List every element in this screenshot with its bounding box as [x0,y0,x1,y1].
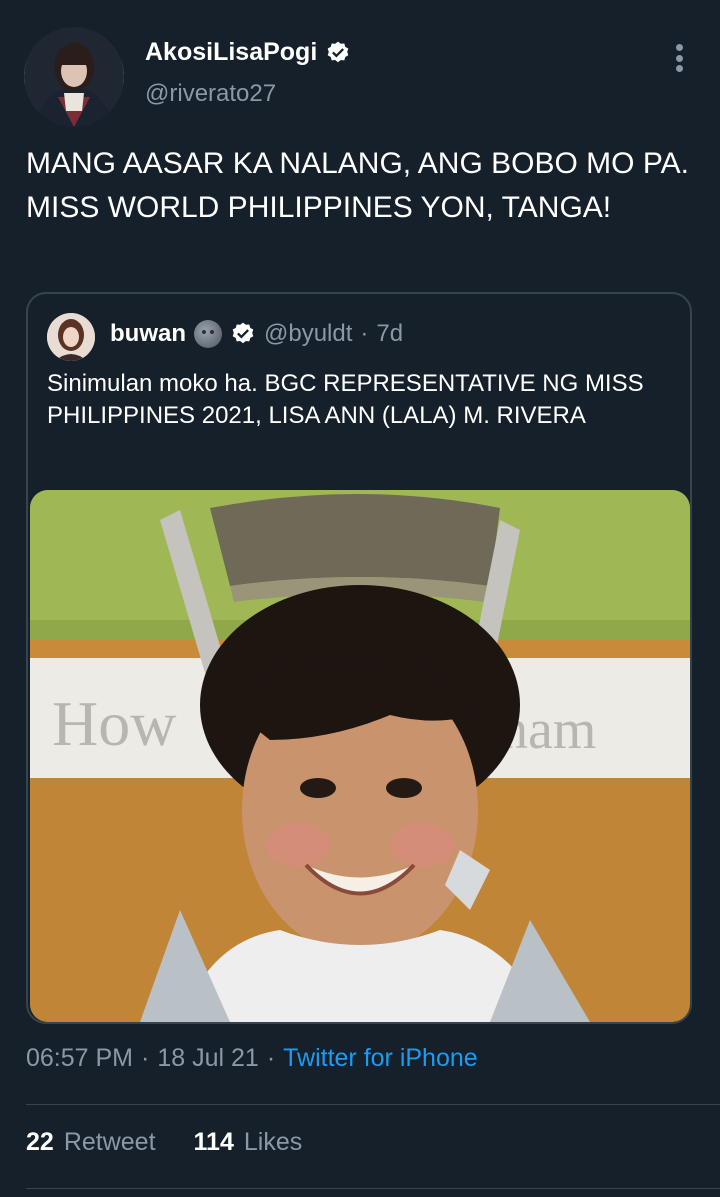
quoted-header: buwan @byuldt · 7d [110,320,403,348]
retweets-label[interactable]: Retweet [64,1128,156,1157]
quoted-separator: · [360,320,369,347]
divider [26,1188,720,1189]
more-options-icon[interactable] [664,40,694,76]
tweet-meta: 06:57 PM · 18 Jul 21 · Twitter for iPhon… [26,1044,478,1073]
quoted-photo-image: How ham [30,490,690,1022]
meta-separator: · [141,1044,150,1072]
quoted-avatar-image [47,313,95,361]
more-dot [675,65,683,72]
author-display-name-text: AkosiLisaPogi [145,38,318,66]
quoted-time[interactable]: 7d [376,320,403,348]
stats-spacer [166,1128,184,1157]
author-avatar[interactable] [24,27,124,127]
verified-badge-icon [327,41,349,62]
divider [26,1104,720,1105]
quoted-tweet[interactable]: buwan @byuldt · 7d Sinimulan moko ha. BG… [26,292,692,1024]
author-avatar-image [24,27,124,127]
tweet-source-link[interactable]: Twitter for iPhone [283,1044,478,1073]
quoted-text: Sinimulan moko ha. BGC REPRESENTATIVE NG… [47,370,644,429]
author-handle[interactable]: @riverato27 [145,80,276,108]
tweet-container: AkosiLisaPogi @riverato27 MANG AASAR KA … [0,0,720,1197]
svg-text:How: How [52,688,176,759]
verified-badge-icon [232,322,254,344]
tweet-date[interactable]: 18 Jul 21 [157,1044,258,1073]
quoted-display-name[interactable]: buwan [110,320,186,348]
likes-label[interactable]: Likes [244,1128,302,1157]
more-dot [675,54,683,62]
tweet-stats: 22 Retweet 114 Likes [26,1128,302,1157]
quoted-handle[interactable]: @byuldt [264,320,352,348]
moon-emoji-icon [194,320,222,348]
tweet-text: MANG AASAR KA NALANG, ANG BOBO MO PA. MI… [26,147,689,224]
quoted-media-photo[interactable]: How ham [30,490,690,1022]
quoted-avatar[interactable] [47,313,95,361]
meta-separator: · [266,1044,276,1072]
likes-count[interactable]: 114 [194,1128,234,1157]
retweets-count[interactable]: 22 [26,1128,54,1157]
author-display-name[interactable]: AkosiLisaPogi [145,38,351,67]
tweet-time[interactable]: 06:57 PM [26,1044,133,1073]
more-dot [675,44,683,51]
